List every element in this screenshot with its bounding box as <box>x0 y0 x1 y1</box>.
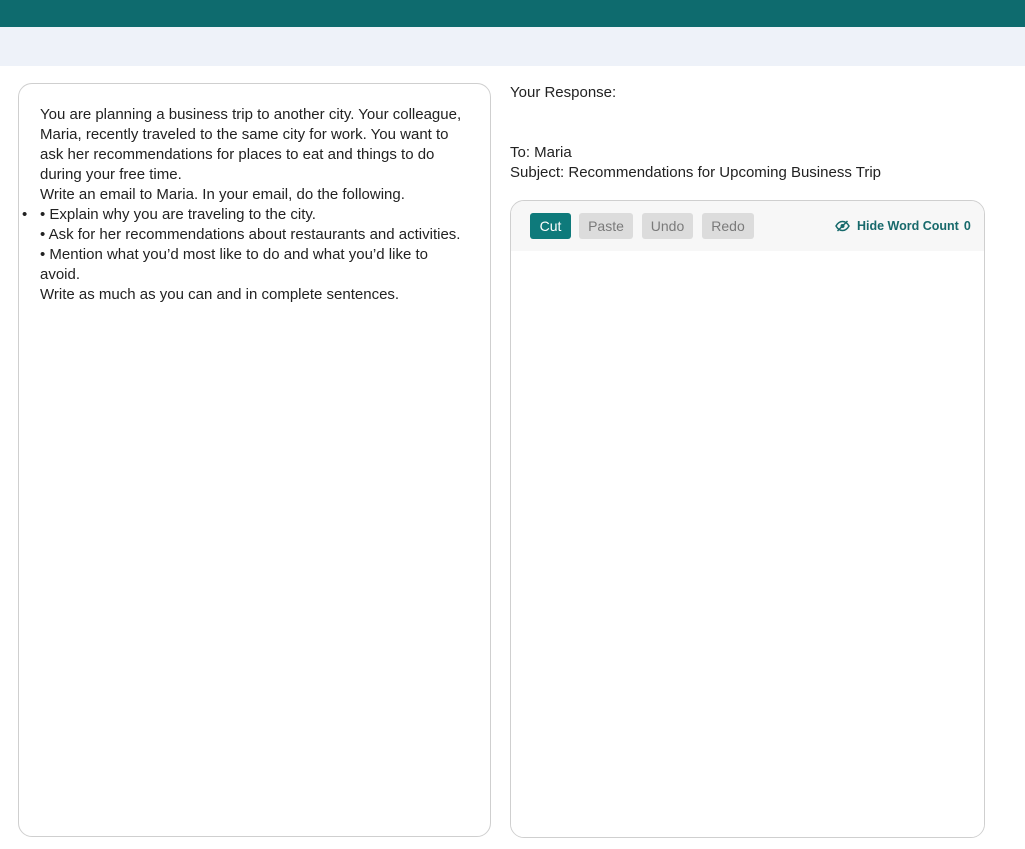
prompt-instruction: Write an email to Maria. In your email, … <box>40 186 405 203</box>
cut-button[interactable]: Cut <box>530 213 571 239</box>
prompt-task-item: • Mention what you’d most like to do and… <box>40 245 470 285</box>
response-text-area[interactable] <box>511 251 984 837</box>
prompt-task-text: • Explain why you are traveling to the c… <box>40 206 316 223</box>
prompt-task-item: • Ask for her recommendations about rest… <box>40 225 470 245</box>
response-editor: Cut Paste Undo Redo Hide Word Count 0 <box>510 200 985 838</box>
eye-slash-icon <box>835 220 850 232</box>
prompt-intro: You are planning a business trip to anot… <box>40 106 462 183</box>
email-subject-line: Subject: Recommendations for Upcoming Bu… <box>510 164 882 181</box>
paste-button[interactable]: Paste <box>579 213 633 239</box>
email-to-line: To: Maria <box>510 144 572 161</box>
prompt-task-text: • Ask for her recommendations about rest… <box>40 226 461 243</box>
prompt-task-item: • • Explain why you are traveling to the… <box>22 205 470 225</box>
redo-button[interactable]: Redo <box>702 213 754 239</box>
prompt-task-list: • • Explain why you are traveling to the… <box>22 205 470 285</box>
undo-button[interactable]: Undo <box>642 213 693 239</box>
word-count-value: 0 <box>963 219 971 233</box>
prompt-closing: Write as much as you can and in complete… <box>40 286 400 303</box>
prompt-task-text: • Mention what you’d most like to do and… <box>40 246 428 283</box>
app-subheader-bar <box>0 27 1025 66</box>
editor-toolbar: Cut Paste Undo Redo Hide Word Count 0 <box>511 201 984 251</box>
prompt-panel: You are planning a business trip to anot… <box>18 83 491 837</box>
response-label: Your Response: <box>510 84 617 101</box>
hide-word-count-toggle[interactable]: Hide Word Count 0 <box>835 217 971 235</box>
app-header-bar <box>0 0 1025 27</box>
hide-word-count-label: Hide Word Count <box>857 219 959 233</box>
bullet-icon: • <box>22 206 28 223</box>
prompt-text: You are planning a business trip to anot… <box>22 105 470 305</box>
